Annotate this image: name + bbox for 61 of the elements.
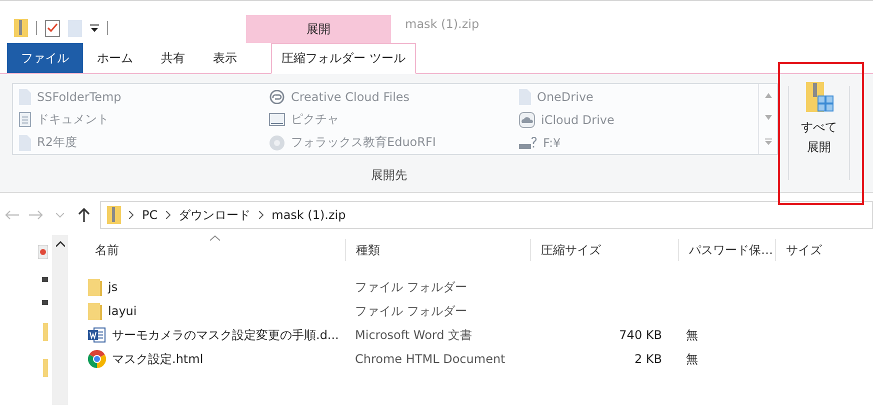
chevron-icon — [166, 211, 171, 219]
password-protected: 無 — [686, 352, 698, 366]
file-name[interactable]: layui — [108, 304, 137, 318]
cloud-icon — [519, 112, 535, 128]
column-header[interactable]: 種類 — [345, 239, 530, 261]
column-header[interactable]: パスワード保… — [678, 239, 775, 261]
compressed-size: 740 KB — [619, 328, 662, 342]
chevron-icon — [129, 211, 134, 219]
ribbon-tab[interactable]: 表示 — [199, 43, 251, 73]
file-type: ファイル フォルダー — [355, 280, 467, 294]
cloud-icon — [269, 90, 285, 104]
breadcrumb-item[interactable]: PC — [142, 208, 158, 222]
chrome-icon — [88, 350, 106, 368]
window-title: mask (1).zip — [404, 17, 480, 33]
column-header[interactable]: 圧縮サイズ — [530, 239, 678, 261]
ribbon-tab[interactable]: 圧縮フォルダー ツール — [271, 43, 416, 74]
group-label: 展開先 — [370, 167, 408, 184]
history-dropdown-icon[interactable] — [56, 212, 64, 218]
zip-folder-icon — [107, 206, 121, 224]
file-name[interactable]: js — [108, 280, 118, 294]
new-folder-icon[interactable] — [68, 20, 82, 36]
picture-icon — [269, 113, 285, 126]
ribbon-tab[interactable]: 共有 — [147, 43, 199, 73]
document-icon — [19, 112, 31, 127]
nav-icon[interactable] — [38, 245, 48, 259]
file-type: Microsoft Word 文書 — [355, 328, 472, 342]
chevron-icon — [258, 211, 264, 219]
back-icon[interactable] — [5, 210, 19, 220]
word-document-icon — [88, 327, 106, 343]
dropdown-icon[interactable] — [90, 24, 99, 32]
disc-icon — [269, 134, 285, 150]
file-name[interactable]: サーモカメラのマスク設定変更の手順.d... — [112, 326, 339, 344]
column-header[interactable]: 名前 — [70, 239, 345, 261]
ribbon-tab[interactable]: ホーム — [83, 43, 147, 73]
sort-icon — [210, 235, 220, 241]
zip-folder-icon — [14, 19, 28, 37]
forward-icon[interactable] — [29, 210, 43, 220]
column-header[interactable]: サイズ — [775, 239, 855, 261]
expand-gallery-icon[interactable] — [764, 138, 772, 146]
extract-all-button[interactable]: すべて 展開 — [789, 74, 849, 164]
properties-icon[interactable] — [45, 20, 60, 36]
collapse-icon[interactable] — [56, 241, 64, 247]
scroll-down-icon[interactable] — [764, 115, 772, 120]
file-menu-tab[interactable]: ファイル — [7, 43, 83, 73]
context-tab-header: 展開 — [246, 15, 391, 43]
folder-icon — [88, 278, 102, 296]
scroll-up-icon[interactable] — [764, 92, 772, 98]
drive-icon — [519, 136, 537, 148]
file-name[interactable]: マスク設定.html — [112, 350, 204, 368]
address-bar[interactable]: PC ダウンロード mask (1).zip — [100, 201, 873, 229]
compressed-size: 2 KB — [634, 352, 662, 366]
file-icon — [19, 134, 31, 150]
folder-icon — [88, 302, 102, 320]
file-type: ファイル フォルダー — [355, 304, 467, 318]
file-icon — [19, 88, 31, 104]
up-icon[interactable] — [78, 208, 90, 222]
breadcrumb-item[interactable]: mask (1).zip — [272, 208, 346, 222]
file-type: Chrome HTML Document — [355, 352, 506, 366]
breadcrumb-item[interactable]: ダウンロード — [178, 206, 251, 224]
password-protected: 無 — [686, 328, 698, 342]
file-icon — [519, 88, 531, 104]
